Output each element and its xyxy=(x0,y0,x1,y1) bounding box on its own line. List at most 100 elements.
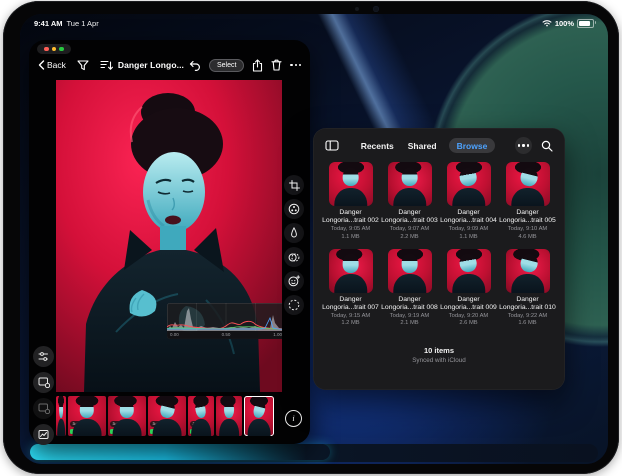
file-item[interactable]: DangerLongoria...trait 004 Today, 9:09 A… xyxy=(439,162,498,242)
ml-adjust-button[interactable] xyxy=(33,346,54,367)
photo-canvas[interactable]: 0.00 0.50 1.00 xyxy=(56,80,282,392)
back-button[interactable]: Back xyxy=(38,60,66,70)
filmstrip-thumbnail[interactable]: 3:4 xyxy=(68,396,106,436)
histogram-tick: 0.50 xyxy=(222,333,231,338)
file-thumbnail[interactable] xyxy=(329,162,373,206)
file-item[interactable]: DangerLongoria...trait 002 Today, 9:05 A… xyxy=(321,162,380,242)
filmstrip[interactable]: 3:4 3:4 3:4 xyxy=(56,396,282,436)
info-button[interactable]: i xyxy=(285,410,302,427)
tab-shared[interactable]: Shared xyxy=(406,138,439,153)
batch-edit-button[interactable] xyxy=(33,398,54,419)
file-size: 1.2 MB xyxy=(341,320,359,328)
browser-footer: 10 items Synced with iCloud xyxy=(313,346,565,364)
file-thumbnail[interactable] xyxy=(388,249,432,293)
file-size: 2.6 MB xyxy=(459,320,477,328)
file-date: Today, 9:09 AM xyxy=(449,226,489,234)
left-tool-column xyxy=(33,346,54,445)
file-date: Today, 9:20 AM xyxy=(449,313,489,321)
battery-percent: 100% xyxy=(555,19,574,28)
sync-status: Synced with iCloud xyxy=(313,357,565,364)
front-camera xyxy=(373,6,379,12)
trash-icon[interactable] xyxy=(271,59,282,71)
status-time: 9:41 AM xyxy=(34,19,62,28)
sort-button[interactable] xyxy=(100,60,113,71)
right-tool-column xyxy=(284,175,304,315)
file-item[interactable]: DangerLongoria...trait 007 Today, 9:15 A… xyxy=(321,249,380,329)
select-subject-tool-button[interactable] xyxy=(284,295,304,315)
more-options-icon[interactable] xyxy=(290,64,301,66)
filmstrip-thumbnail[interactable]: 3:4 xyxy=(108,396,146,436)
tab-recents[interactable]: Recents xyxy=(359,138,396,153)
clone-tool-button[interactable] xyxy=(284,247,304,267)
document-title[interactable]: Danger Longo... xyxy=(113,60,189,70)
file-date: Today, 9:10 AM xyxy=(508,226,548,234)
thumbnail-badges: 3:4 xyxy=(190,421,201,434)
editor-toolbar: Back Danger Longo... Select xyxy=(29,53,310,77)
filmstrip-thumbnail-selected[interactable] xyxy=(244,396,274,436)
tab-browse[interactable]: Browse xyxy=(449,138,496,153)
file-name: DangerLongoria...trait 005 xyxy=(499,209,556,226)
bezel-mic-dot xyxy=(355,7,359,11)
repair-brush-tool-button[interactable] xyxy=(284,223,304,243)
histogram-panel: 0.00 0.50 1.00 xyxy=(167,303,282,339)
share-icon[interactable] xyxy=(252,59,263,72)
filmstrip-thumbnail[interactable] xyxy=(56,396,66,436)
close-window-dot[interactable] xyxy=(44,47,49,52)
file-name: DangerLongoria...trait 008 xyxy=(381,296,438,313)
image-info-button[interactable] xyxy=(33,424,54,445)
edited-badge-icon xyxy=(150,429,156,435)
select-button[interactable]: Select xyxy=(209,59,244,72)
file-size: 4.6 MB xyxy=(518,234,536,242)
edited-badge-icon xyxy=(70,429,76,435)
thumbnail-badges: 3:4 xyxy=(70,421,81,434)
file-date: Today, 9:22 AM xyxy=(508,313,548,321)
file-item[interactable]: DangerLongoria...trait 003 Today, 9:07 A… xyxy=(380,162,439,242)
status-bar: 9:41 AM Tue 1 Apr 100% xyxy=(34,17,594,29)
portrait-image xyxy=(56,80,282,392)
wallpaper-cyan-arc xyxy=(30,444,330,460)
photo-editor-window: Back Danger Longo... Select xyxy=(29,40,310,444)
file-thumbnail[interactable] xyxy=(506,162,550,206)
back-label: Back xyxy=(47,60,66,70)
retouch-face-tool-button[interactable] xyxy=(284,271,304,291)
file-date: Today, 9:05 AM xyxy=(331,226,371,234)
wifi-icon xyxy=(542,19,552,27)
file-size: 1.6 MB xyxy=(518,320,536,328)
file-thumbnail[interactable] xyxy=(506,249,550,293)
file-name: DangerLongoria...trait 007 xyxy=(322,296,379,313)
browser-header: Recents Shared Browse xyxy=(313,128,565,158)
file-thumbnail[interactable] xyxy=(447,162,491,206)
export-image-button[interactable] xyxy=(33,372,54,393)
sidebar-toggle-icon[interactable] xyxy=(325,140,339,151)
file-thumbnail[interactable] xyxy=(329,249,373,293)
file-name: DangerLongoria...trait 010 xyxy=(499,296,556,313)
zoom-window-dot[interactable] xyxy=(59,47,64,52)
ipad-device-frame: 9:41 AM Tue 1 Apr 100% xyxy=(3,1,619,474)
file-item[interactable]: DangerLongoria...trait 005 Today, 9:10 A… xyxy=(498,162,557,242)
file-thumbnail[interactable] xyxy=(388,162,432,206)
browser-more-button[interactable] xyxy=(515,137,532,154)
file-size: 2.1 MB xyxy=(400,320,418,328)
file-thumbnail[interactable] xyxy=(447,249,491,293)
file-item[interactable]: DangerLongoria...trait 008 Today, 9:19 A… xyxy=(380,249,439,329)
thumbnail-badges: 3:4 xyxy=(110,421,121,434)
color-adjust-tool-button[interactable] xyxy=(284,199,304,219)
file-size: 1.1 MB xyxy=(341,234,359,242)
status-date: Tue 1 Apr xyxy=(66,19,98,28)
undo-button[interactable] xyxy=(189,60,201,71)
file-date: Today, 9:19 AM xyxy=(390,313,430,321)
filmstrip-thumbnail[interactable] xyxy=(216,396,242,436)
histogram-tick: 1.00 xyxy=(273,333,282,338)
file-name: DangerLongoria...trait 004 xyxy=(440,209,497,226)
browser-tabs: Recents Shared Browse xyxy=(348,138,506,153)
filter-button[interactable] xyxy=(77,60,89,71)
search-button[interactable] xyxy=(541,140,553,152)
filmstrip-thumbnail[interactable]: 3:4 xyxy=(188,396,214,436)
filmstrip-thumbnail[interactable]: 3:4 xyxy=(148,396,186,436)
minimize-window-dot[interactable] xyxy=(52,47,57,52)
file-size: 1.1 MB xyxy=(459,234,477,242)
file-item[interactable]: DangerLongoria...trait 010 Today, 9:22 A… xyxy=(498,249,557,329)
file-date: Today, 9:07 AM xyxy=(390,226,430,234)
file-item[interactable]: DangerLongoria...trait 009 Today, 9:20 A… xyxy=(439,249,498,329)
crop-tool-button[interactable] xyxy=(284,175,304,195)
